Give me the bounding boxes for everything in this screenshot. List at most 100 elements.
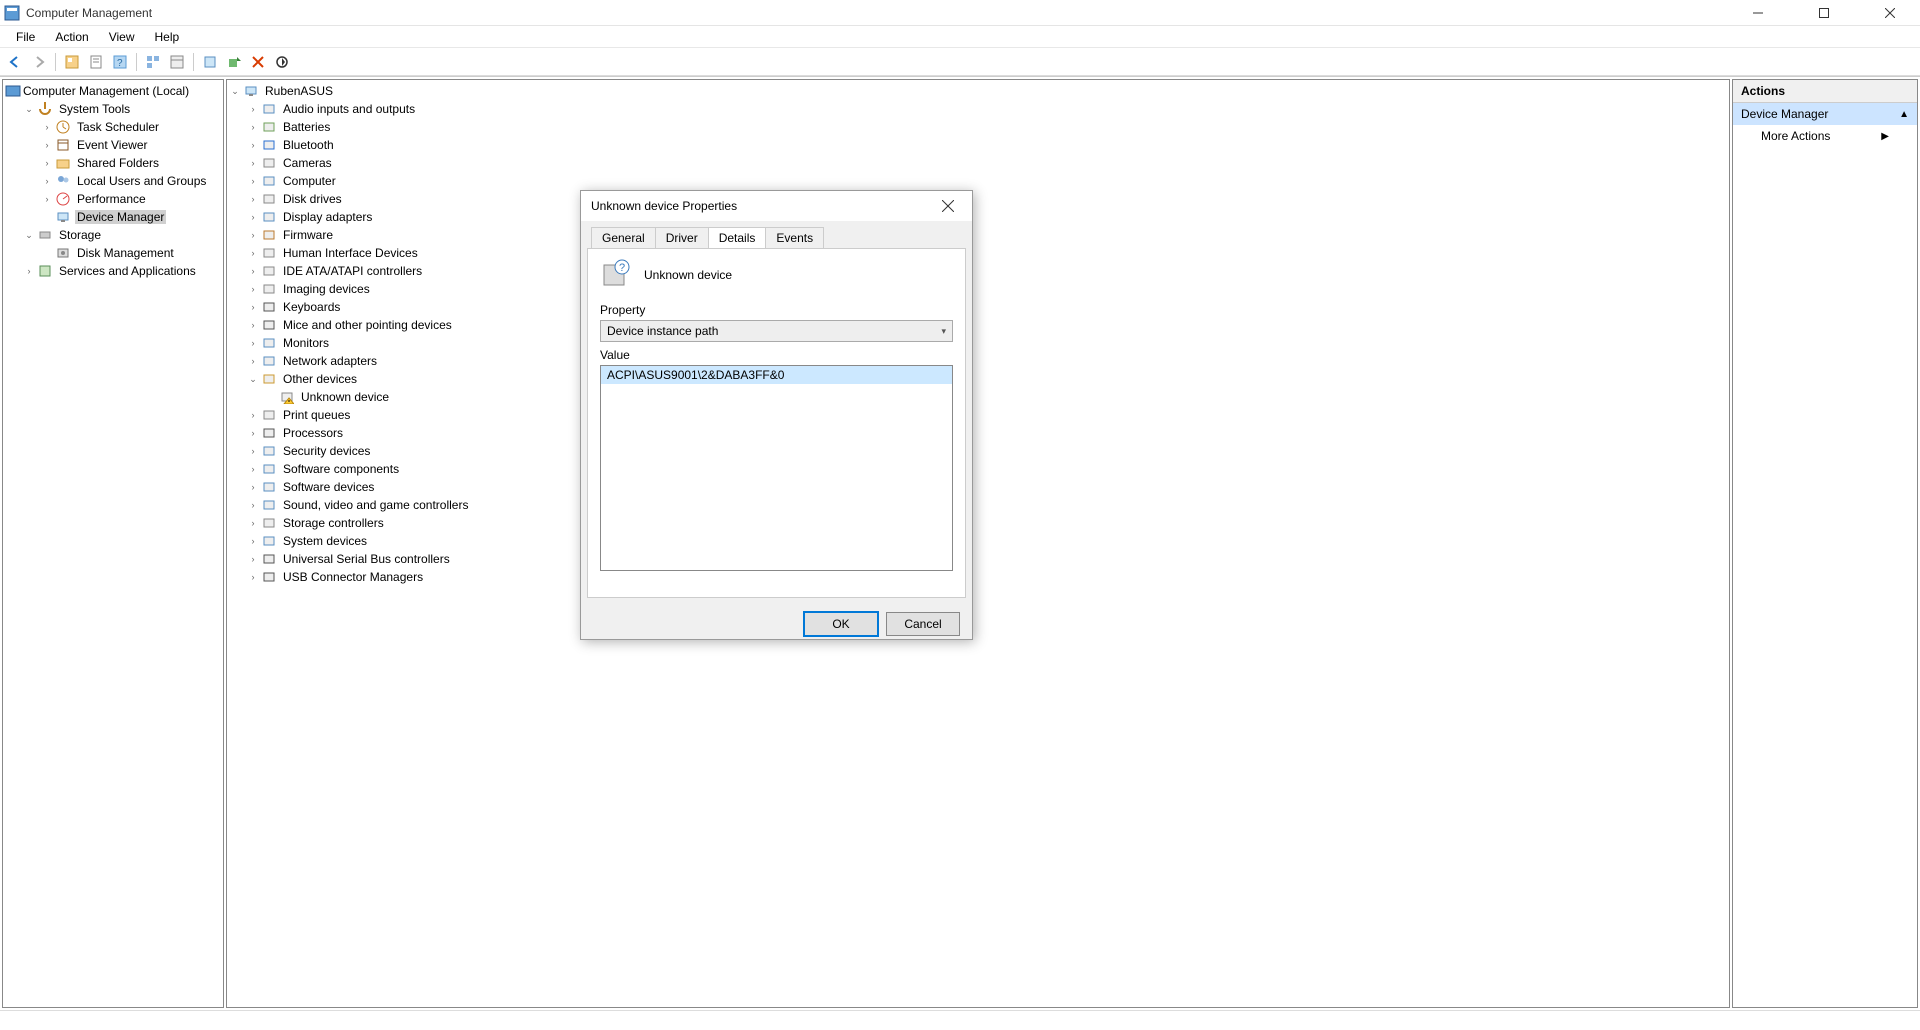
device-category[interactable]: ›Audio inputs and outputs — [229, 100, 1727, 118]
view-button-toolbar[interactable] — [142, 51, 164, 73]
device-category[interactable]: ›Software devices — [229, 478, 1727, 496]
expand-icon[interactable]: › — [247, 139, 259, 151]
tree-system-tools[interactable]: ⌄ System Tools — [5, 100, 221, 118]
tree-task-scheduler[interactable]: › Task Scheduler — [5, 118, 221, 136]
expand-icon[interactable]: › — [41, 121, 53, 133]
tree-event-viewer[interactable]: › Event Viewer — [5, 136, 221, 154]
expand-icon[interactable]: ⌄ — [247, 373, 259, 385]
menu-action[interactable]: Action — [45, 28, 98, 46]
expand-icon[interactable]: › — [41, 157, 53, 169]
minimize-button[interactable] — [1740, 3, 1776, 23]
device-category[interactable]: ›Software components — [229, 460, 1727, 478]
tree-disk-management[interactable]: › Disk Management — [5, 244, 221, 262]
expand-icon[interactable]: › — [41, 193, 53, 205]
update-driver-button[interactable] — [223, 51, 245, 73]
device-category[interactable]: ›Imaging devices — [229, 280, 1727, 298]
ok-button[interactable]: OK — [804, 612, 878, 636]
tab-details[interactable]: Details — [708, 227, 767, 248]
device-category[interactable]: ›Disk drives — [229, 190, 1727, 208]
tab-events[interactable]: Events — [765, 227, 824, 248]
device-category[interactable]: ›Universal Serial Bus controllers — [229, 550, 1727, 568]
device-category[interactable]: ›Sound, video and game controllers — [229, 496, 1727, 514]
device-tree[interactable]: ⌄ RubenASUS ›Audio inputs and outputs›Ba… — [226, 79, 1730, 1008]
tree-performance[interactable]: › Performance — [5, 190, 221, 208]
tree-root[interactable]: Computer Management (Local) — [5, 82, 221, 100]
expand-icon[interactable]: › — [247, 103, 259, 115]
more-actions-item[interactable]: More Actions ▶ — [1733, 125, 1917, 147]
scan-hardware-button[interactable] — [199, 51, 221, 73]
properties-button-toolbar[interactable] — [85, 51, 107, 73]
expand-icon[interactable]: › — [247, 319, 259, 331]
expand-icon[interactable]: › — [23, 265, 35, 277]
device-category[interactable]: ›Print queues — [229, 406, 1727, 424]
disable-device-button[interactable] — [271, 51, 293, 73]
expand-icon[interactable]: › — [247, 553, 259, 565]
cancel-button[interactable]: Cancel — [886, 612, 960, 636]
close-button[interactable] — [1872, 3, 1908, 23]
maximize-button[interactable] — [1806, 3, 1842, 23]
device-category[interactable]: ›Cameras — [229, 154, 1727, 172]
expand-icon[interactable]: › — [247, 571, 259, 583]
expand-icon[interactable]: › — [247, 355, 259, 367]
device-category[interactable]: ›Network adapters — [229, 352, 1727, 370]
device-category[interactable]: ›Firmware — [229, 226, 1727, 244]
view2-button-toolbar[interactable] — [166, 51, 188, 73]
device-category[interactable]: ›Security devices — [229, 442, 1727, 460]
device-category[interactable]: ›Display adapters — [229, 208, 1727, 226]
menu-file[interactable]: File — [6, 28, 45, 46]
value-item[interactable]: ACPI\ASUS9001\2&DABA3FF&0 — [601, 366, 952, 384]
device-category[interactable]: ›USB Connector Managers — [229, 568, 1727, 586]
device-category[interactable]: ›Monitors — [229, 334, 1727, 352]
device-category[interactable]: ›Storage controllers — [229, 514, 1727, 532]
device-category[interactable]: ›Mice and other pointing devices — [229, 316, 1727, 334]
device-category[interactable]: ›Processors — [229, 424, 1727, 442]
console-tree[interactable]: Computer Management (Local) ⌄ System Too… — [2, 79, 224, 1008]
tree-device-manager[interactable]: › Device Manager — [5, 208, 221, 226]
device-category[interactable]: ›Keyboards — [229, 298, 1727, 316]
tree-local-users[interactable]: › Local Users and Groups — [5, 172, 221, 190]
expand-icon[interactable]: › — [247, 265, 259, 277]
expand-icon[interactable]: › — [247, 445, 259, 457]
expand-icon[interactable]: › — [41, 175, 53, 187]
expand-icon[interactable]: › — [247, 211, 259, 223]
device-category[interactable]: ›Batteries — [229, 118, 1727, 136]
expand-icon[interactable]: › — [247, 229, 259, 241]
forward-button[interactable] — [28, 51, 50, 73]
expand-icon[interactable]: › — [247, 175, 259, 187]
actions-section[interactable]: Device Manager ▲ — [1733, 103, 1917, 125]
show-hide-tree-button[interactable] — [61, 51, 83, 73]
dialog-close-button[interactable] — [934, 195, 962, 217]
expand-icon[interactable]: › — [247, 283, 259, 295]
expand-icon[interactable]: › — [41, 139, 53, 151]
expand-icon[interactable]: › — [247, 409, 259, 421]
menu-help[interactable]: Help — [145, 28, 190, 46]
device-root[interactable]: ⌄ RubenASUS — [229, 82, 1727, 100]
device-category[interactable]: ›IDE ATA/ATAPI controllers — [229, 262, 1727, 280]
expand-icon[interactable]: › — [247, 535, 259, 547]
back-button[interactable] — [4, 51, 26, 73]
tree-shared-folders[interactable]: › Shared Folders — [5, 154, 221, 172]
expand-icon[interactable]: › — [247, 157, 259, 169]
tree-services-apps[interactable]: › Services and Applications — [5, 262, 221, 280]
device-category[interactable]: ⌄Other devices — [229, 370, 1727, 388]
expand-icon[interactable]: › — [247, 481, 259, 493]
expand-icon[interactable]: ⌄ — [23, 229, 35, 241]
device-category[interactable]: ›Human Interface Devices — [229, 244, 1727, 262]
expand-icon[interactable]: › — [247, 463, 259, 475]
expand-icon[interactable]: ⌄ — [229, 85, 241, 97]
menu-view[interactable]: View — [99, 28, 145, 46]
device-category[interactable]: ›Bluetooth — [229, 136, 1727, 154]
expand-icon[interactable]: › — [247, 499, 259, 511]
help-button-toolbar[interactable]: ? — [109, 51, 131, 73]
tab-driver[interactable]: Driver — [655, 227, 709, 248]
expand-icon[interactable]: › — [247, 301, 259, 313]
expand-icon[interactable]: › — [247, 247, 259, 259]
uninstall-device-button[interactable] — [247, 51, 269, 73]
dialog-titlebar[interactable]: Unknown device Properties — [581, 191, 972, 221]
expand-icon[interactable]: › — [247, 517, 259, 529]
expand-icon[interactable]: › — [247, 121, 259, 133]
device-item-unknown[interactable]: ›Unknown device — [229, 388, 1727, 406]
expand-icon[interactable]: › — [247, 193, 259, 205]
tab-general[interactable]: General — [591, 227, 656, 248]
device-category[interactable]: ›System devices — [229, 532, 1727, 550]
